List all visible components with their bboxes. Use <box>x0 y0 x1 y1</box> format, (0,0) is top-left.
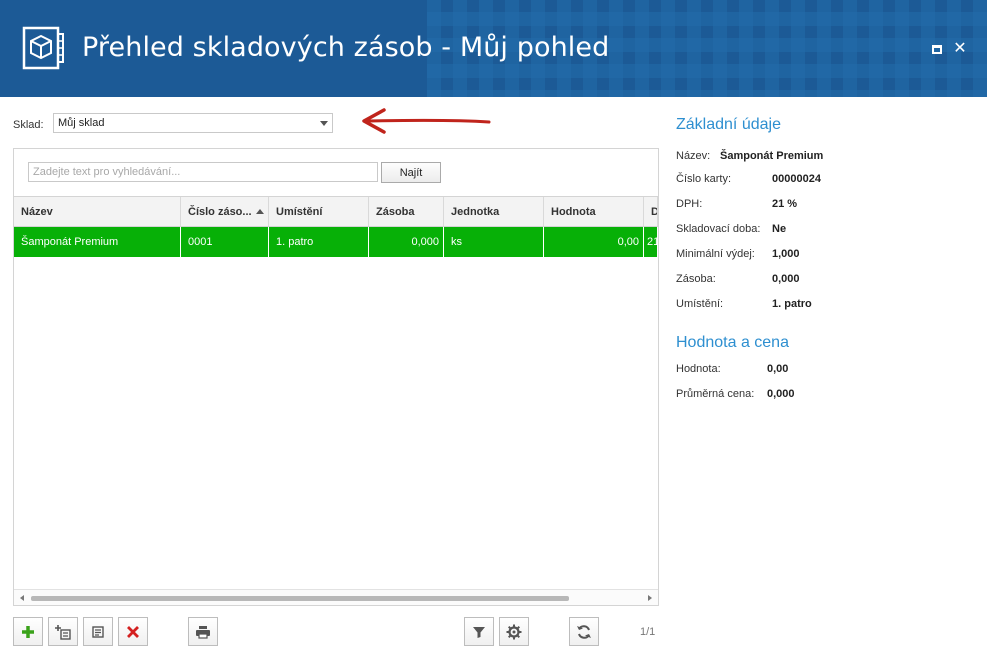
cell-unit: ks <box>444 227 544 257</box>
refresh-icon <box>577 624 591 639</box>
column-header-label: Umístění <box>276 205 323 218</box>
detail-label: Průměrná cena: <box>676 388 755 400</box>
filter-icon <box>473 626 485 638</box>
cell-location: 1. patro <box>269 227 369 257</box>
scrollbar-thumb[interactable] <box>31 596 569 601</box>
cell-name: Šamponát Premium <box>14 227 181 257</box>
settings-button[interactable] <box>499 617 529 646</box>
detail-value: 1. patro <box>772 298 812 310</box>
column-header-label: Zásoba <box>376 205 415 218</box>
add-icon <box>22 625 34 638</box>
horizontal-scrollbar[interactable] <box>14 589 658 605</box>
search-button[interactable]: Najít <box>381 162 441 183</box>
add-copy-button[interactable] <box>48 617 78 646</box>
column-header-label: D <box>651 206 657 218</box>
box-icon <box>22 26 64 70</box>
cell-value: 0,00 <box>544 227 644 257</box>
sort-asc-icon <box>255 209 264 214</box>
warehouse-label: Sklad: <box>13 119 44 131</box>
filter-button[interactable] <box>464 617 494 646</box>
close-icon[interactable]: ✕ <box>953 41 967 57</box>
detail-value: Ne <box>772 223 787 235</box>
column-header-name[interactable]: Název <box>14 197 181 226</box>
cell-number: 0001 <box>181 227 269 257</box>
detail-label: DPH: <box>676 198 703 210</box>
edit-button[interactable] <box>83 617 113 646</box>
column-header-label: Název <box>21 205 53 218</box>
delete-icon <box>127 625 139 638</box>
search-input[interactable] <box>28 162 378 182</box>
column-header-unit[interactable]: Jednotka <box>444 197 544 226</box>
column-header-number[interactable]: Číslo záso... <box>181 197 269 226</box>
chevron-down-icon <box>320 121 328 126</box>
column-header-stock[interactable]: Zásoba <box>369 197 444 226</box>
print-icon <box>196 625 210 639</box>
column-header-label: Hodnota <box>551 205 596 218</box>
scroll-left-icon[interactable] <box>20 595 24 601</box>
detail-label: Název: <box>676 150 711 162</box>
column-header-label: Číslo záso... <box>188 205 252 218</box>
edit-icon <box>92 625 104 638</box>
detail-label: Minimální výdej: <box>676 248 755 260</box>
delete-button[interactable] <box>118 617 148 646</box>
detail-label: Skladovací doba: <box>676 223 761 235</box>
table-row[interactable]: Šamponát Premium 0001 1. patro 0,000 ks … <box>14 227 658 257</box>
column-header-value[interactable]: Hodnota <box>544 197 644 226</box>
detail-value: 0,000 <box>767 388 795 400</box>
basic-info-title: Základní údaje <box>676 116 781 133</box>
detail-value: 00000024 <box>772 173 821 185</box>
detail-label: Zásoba: <box>676 273 716 285</box>
detail-label: Umístění: <box>676 298 724 310</box>
detail-value: 1,000 <box>772 248 800 260</box>
column-header-label: Jednotka <box>451 205 500 218</box>
warehouse-select-value: Můj sklad <box>58 117 105 129</box>
print-button[interactable] <box>188 617 218 646</box>
detail-label: Hodnota: <box>676 363 721 375</box>
column-header-location[interactable]: Umístění <box>269 197 369 226</box>
stock-grid-panel: Najít Název Číslo záso... Umístění Zásob… <box>13 148 659 606</box>
restore-icon[interactable] <box>930 42 944 56</box>
window-header: Přehled skladových zásob - Můj pohled ✕ <box>0 0 987 97</box>
detail-value: Šamponát Premium <box>720 150 824 162</box>
page-indicator: 1/1 <box>640 626 656 638</box>
column-header-extra[interactable]: D <box>644 197 658 226</box>
detail-value: 21 % <box>772 198 798 210</box>
detail-value: 0,00 <box>767 363 789 375</box>
add-copy-icon <box>55 624 71 640</box>
scroll-right-icon[interactable] <box>648 595 652 601</box>
window-title: Přehled skladových zásob - Můj pohled <box>82 32 610 63</box>
refresh-button[interactable] <box>569 617 599 646</box>
grid-header: Název Číslo záso... Umístění Zásoba Jedn… <box>14 196 658 227</box>
add-button[interactable] <box>13 617 43 646</box>
value-price-title: Hodnota a cena <box>676 334 789 351</box>
cell-extra: 21 <box>644 227 658 257</box>
warehouse-select[interactable]: Můj sklad <box>53 113 333 133</box>
cell-stock: 0,000 <box>369 227 444 257</box>
annotation-arrow-icon <box>362 108 491 134</box>
detail-value: 0,000 <box>772 273 800 285</box>
detail-label: Číslo karty: <box>676 173 732 185</box>
gear-icon <box>506 624 522 639</box>
